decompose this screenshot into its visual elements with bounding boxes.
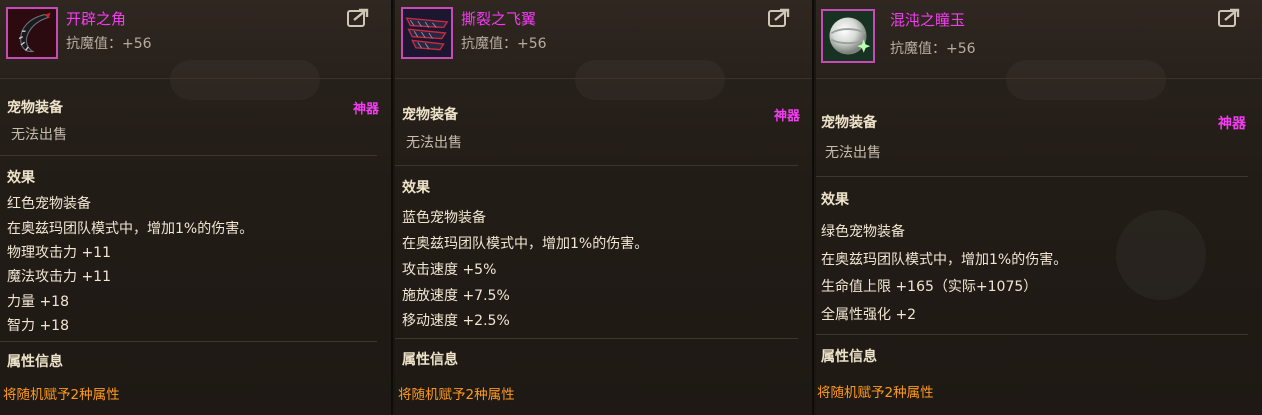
effect-line: 红色宠物装备 [7, 196, 91, 212]
item-icon-frame[interactable] [6, 7, 58, 59]
item-category: 宠物装备 [402, 107, 458, 123]
share-icon [1218, 8, 1240, 27]
background-decoration [1116, 210, 1206, 300]
effect-line: 在奥兹玛团队模式中，增加1%的伤害。 [402, 236, 649, 252]
effect-line: 魔法攻击力 +11 [7, 269, 111, 285]
anti-magic-value: 抗魔值：+56 [890, 41, 976, 57]
attribute-header: 属性信息 [821, 349, 877, 365]
effect-line: 智力 +18 [7, 318, 69, 334]
effect-line: 蓝色宠物装备 [402, 210, 486, 226]
header-divider [816, 78, 1262, 79]
effect-header: 效果 [7, 170, 35, 186]
effect-line: 在奥兹玛团队模式中，增加1%的伤害。 [821, 252, 1068, 268]
divider [0, 341, 377, 342]
effect-line: 绿色宠物装备 [821, 224, 905, 240]
effect-line: 物理攻击力 +11 [7, 245, 111, 261]
anti-magic-value: 抗魔值：+56 [461, 36, 547, 52]
wing-icon [403, 9, 451, 57]
item-name: 撕裂之飞翼 [461, 10, 537, 28]
item-tier: 神器 [1218, 116, 1246, 132]
effect-line: 力量 +18 [7, 294, 69, 310]
divider [395, 338, 798, 339]
divider [816, 176, 1248, 177]
item-tooltip-1: 开辟之角 抗魔值：+56 宠物装备 神器 无法出售 效果 红色宠物装备 在奥兹玛… [0, 0, 393, 415]
item-icon-frame[interactable] [401, 7, 453, 59]
background-decoration [575, 60, 725, 100]
sale-status: 无法出售 [825, 145, 881, 161]
attribute-note: 将随机赋予2种属性 [398, 387, 515, 403]
item-icon-frame[interactable] [821, 9, 875, 63]
item-tier: 神器 [352, 102, 379, 117]
share-button[interactable] [1218, 8, 1240, 28]
divider [395, 165, 798, 166]
share-icon [768, 8, 790, 27]
divider [0, 155, 377, 156]
header-divider [0, 78, 391, 79]
attribute-note: 将随机赋予2种属性 [3, 387, 120, 403]
share-button[interactable] [347, 8, 369, 28]
attribute-header: 属性信息 [7, 354, 63, 370]
sale-status: 无法出售 [406, 135, 462, 151]
orb-icon [823, 11, 873, 61]
item-name: 混沌之瞳玉 [890, 11, 966, 29]
item-tooltip-2: 撕裂之飞翼 抗魔值：+56 宠物装备 神器 无法出售 效果 蓝色宠物装备 在奥兹… [395, 0, 814, 415]
effect-line: 在奥兹玛团队模式中，增加1%的伤害。 [7, 221, 254, 237]
effect-line: 施放速度 +7.5% [402, 288, 510, 304]
horn-icon [8, 9, 56, 57]
share-icon [347, 8, 369, 27]
item-category: 宠物装备 [7, 100, 63, 116]
effect-header: 效果 [402, 180, 430, 196]
anti-magic-value: 抗魔值：+56 [66, 36, 152, 52]
effect-line: 移动速度 +2.5% [402, 313, 510, 329]
effect-line: 攻击速度 +5% [402, 262, 497, 278]
item-category: 宠物装备 [821, 115, 877, 131]
effect-line: 全属性强化 +2 [821, 307, 917, 323]
background-decoration [170, 60, 320, 100]
divider [816, 334, 1248, 335]
sale-status: 无法出售 [11, 127, 67, 143]
share-button[interactable] [768, 8, 790, 28]
item-tooltip-3: 混沌之瞳玉 抗魔值：+56 宠物装备 神器 无法出售 效果 绿色宠物装备 在奥兹… [816, 0, 1262, 415]
background-decoration [1006, 60, 1166, 100]
item-tier: 神器 [773, 109, 800, 124]
header-divider [395, 78, 812, 79]
effect-line: 生命值上限 +165（实际+1075） [821, 279, 1038, 295]
effect-header: 效果 [821, 192, 849, 208]
attribute-note: 将随机赋予2种属性 [817, 385, 934, 401]
item-name: 开辟之角 [66, 10, 127, 28]
attribute-header: 属性信息 [402, 352, 458, 368]
